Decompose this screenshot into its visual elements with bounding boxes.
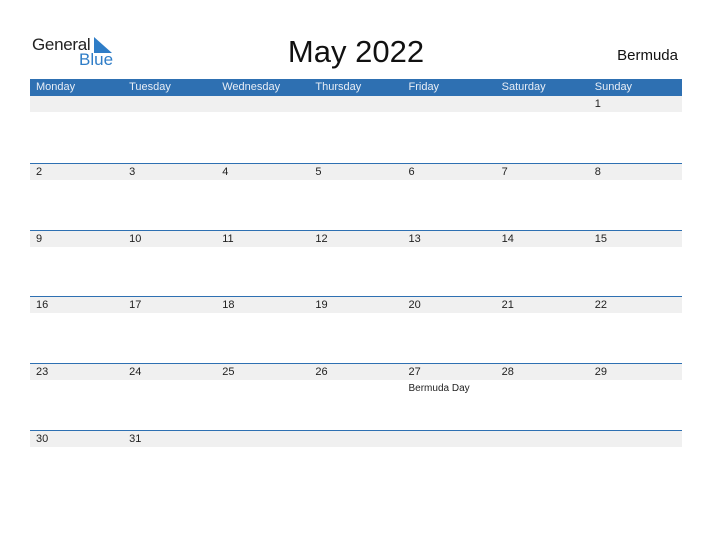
day-cell: 15 xyxy=(589,231,682,247)
day-cell: 28 xyxy=(496,364,589,380)
day-cell: 13 xyxy=(403,231,496,247)
day-number: 16 xyxy=(36,299,49,311)
week-row: 16 17 18 19 20 21 22 xyxy=(30,296,682,313)
day-cell: 31 xyxy=(123,431,216,447)
day-number: 30 xyxy=(36,433,49,445)
day-number: 1 xyxy=(594,98,601,110)
day-cell xyxy=(216,96,309,112)
day-number: 19 xyxy=(315,299,328,311)
day-cell: 10 xyxy=(123,231,216,247)
day-number: 29 xyxy=(594,366,607,378)
day-cell xyxy=(30,96,123,112)
weekday-monday: Monday xyxy=(36,81,76,93)
day-number: 17 xyxy=(129,299,142,311)
day-number: 3 xyxy=(129,166,136,178)
day-number: 18 xyxy=(222,299,235,311)
day-cell xyxy=(496,96,589,112)
day-number: 20 xyxy=(408,299,421,311)
day-cell xyxy=(403,96,496,112)
weekday-tuesday: Tuesday xyxy=(129,81,171,93)
weekday-header: Monday Tuesday Wednesday Thursday Friday… xyxy=(30,79,682,96)
weekday-sunday: Sunday xyxy=(594,81,633,93)
day-cell: 14 xyxy=(496,231,589,247)
day-number: 4 xyxy=(222,166,229,178)
day-number: 9 xyxy=(36,233,43,245)
day-cell xyxy=(589,431,682,447)
page-title: May 2022 xyxy=(287,34,425,69)
day-number: 28 xyxy=(501,366,514,378)
day-cell: 23 xyxy=(30,364,123,380)
week-row: 9 10 11 12 13 14 15 xyxy=(30,230,682,247)
day-number: 26 xyxy=(315,366,328,378)
day-number: 8 xyxy=(594,166,601,178)
weekday-friday: Friday xyxy=(408,81,440,93)
day-cell xyxy=(309,96,402,112)
day-cell: 16 xyxy=(30,297,123,313)
country-label: Bermuda xyxy=(617,47,678,64)
day-cell xyxy=(403,431,496,447)
day-cell: 24 xyxy=(123,364,216,380)
day-number: 12 xyxy=(315,233,328,245)
day-cell: 25 xyxy=(216,364,309,380)
day-cell xyxy=(216,431,309,447)
day-cell: 6 xyxy=(403,164,496,180)
day-cell: 19 xyxy=(309,297,402,313)
day-number: 25 xyxy=(222,366,235,378)
day-cell: 11 xyxy=(216,231,309,247)
day-cell: 1 xyxy=(589,96,682,112)
day-cell: 3 xyxy=(123,164,216,180)
weekday-saturday: Saturday xyxy=(501,81,546,93)
week-row: 23 24 25 26 27 Bermuda Day 28 29 xyxy=(30,363,682,394)
day-number: 24 xyxy=(129,366,142,378)
day-cell: 22 xyxy=(589,297,682,313)
day-number: 10 xyxy=(129,233,142,245)
day-number: 7 xyxy=(501,166,508,178)
day-cell: 26 xyxy=(309,364,402,380)
day-cell: 12 xyxy=(309,231,402,247)
day-cell xyxy=(309,431,402,447)
day-cell: 9 xyxy=(30,231,123,247)
day-cell: 18 xyxy=(216,297,309,313)
day-cell: 30 xyxy=(30,431,123,447)
day-number: 21 xyxy=(501,299,514,311)
week-row: 30 31 xyxy=(30,430,682,447)
day-cell: 29 xyxy=(589,364,682,380)
day-number: 11 xyxy=(222,233,234,245)
day-cell xyxy=(496,431,589,447)
day-cell xyxy=(123,96,216,112)
day-number: 31 xyxy=(129,433,142,445)
day-number: 6 xyxy=(408,166,415,178)
day-cell: 4 xyxy=(216,164,309,180)
day-number: 15 xyxy=(594,233,607,245)
day-number: 14 xyxy=(501,233,514,245)
day-cell: 2 xyxy=(30,164,123,180)
week-row: 2 3 4 5 6 7 8 xyxy=(30,163,682,180)
day-cell: 8 xyxy=(589,164,682,180)
holiday-label: Bermuda Day xyxy=(408,383,470,394)
week-row: 1 xyxy=(30,96,682,112)
day-cell: 21 xyxy=(496,297,589,313)
day-cell: 5 xyxy=(309,164,402,180)
day-number: 23 xyxy=(36,366,49,378)
day-number: 2 xyxy=(36,166,43,178)
day-cell: 17 xyxy=(123,297,216,313)
day-number: 27 xyxy=(408,366,421,378)
day-number: 5 xyxy=(315,166,322,178)
weekday-wednesday: Wednesday xyxy=(222,81,281,93)
day-number: 13 xyxy=(408,233,421,245)
weekday-thursday: Thursday xyxy=(315,81,362,93)
day-cell: 20 xyxy=(403,297,496,313)
day-cell: 7 xyxy=(496,164,589,180)
day-number: 22 xyxy=(594,299,607,311)
day-cell: 27 Bermuda Day xyxy=(403,364,496,394)
